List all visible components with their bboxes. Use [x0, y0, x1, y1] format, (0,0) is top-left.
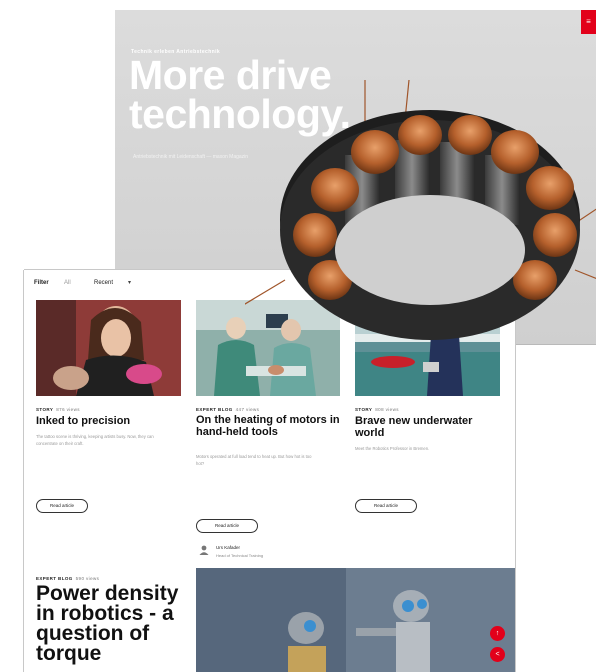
- author-avatar-icon: [199, 545, 209, 555]
- share-button[interactable]: <: [490, 647, 505, 662]
- hero-menu-button[interactable]: ≡: [581, 10, 596, 34]
- article-meta: EXPERT BLOG 447 views: [196, 407, 259, 412]
- article-views: 447 views: [235, 407, 260, 412]
- article-views: 876 views: [56, 407, 80, 412]
- sort-select[interactable]: Recent: [94, 280, 113, 286]
- article-meta: EXPERT BLOG 590 views: [36, 576, 99, 581]
- menu-icon: ≡: [586, 17, 591, 26]
- article-card[interactable]: EXPERT BLOG 590 views Power density in ro…: [36, 570, 186, 672]
- arrow-up-icon: ↑: [495, 630, 500, 637]
- article-type: EXPERT BLOG: [36, 576, 73, 581]
- article-type: STORY: [355, 407, 373, 412]
- article-excerpt: The tattoo scene is thriving, keeping ar…: [36, 434, 154, 446]
- hero-headline-line-2: technology.: [129, 91, 351, 137]
- filter-select[interactable]: All: [64, 280, 71, 286]
- article-title[interactable]: Inked to precision: [36, 415, 181, 427]
- article-views: 808 views: [375, 407, 399, 412]
- scroll-top-button[interactable]: ↑: [490, 626, 505, 641]
- article-views: 590 views: [75, 576, 100, 581]
- hero-headline: More drive technology.: [129, 52, 351, 137]
- article-meta: STORY 808 views: [355, 407, 399, 412]
- article-meta: STORY 876 views: [36, 407, 80, 412]
- hero-headline-line-1: More drive: [129, 52, 332, 98]
- article-excerpt: Motors operated at full load tend to hea…: [196, 454, 312, 466]
- tattoo-artist-photo: [36, 300, 181, 396]
- article-image-robots[interactable]: [196, 568, 515, 672]
- article-type: EXPERT BLOG: [196, 407, 233, 412]
- article-title[interactable]: Brave new underwater world: [355, 415, 500, 439]
- hero-subtitle: Antriebstechnik mit Leidenschaft — maxon…: [133, 154, 249, 160]
- article-type: STORY: [36, 407, 54, 412]
- article-title[interactable]: Power density in robotics - a question o…: [36, 583, 186, 664]
- author-role: Head of Technical Training: [216, 553, 264, 558]
- article-image-tattoo[interactable]: [36, 300, 181, 396]
- humanoid-robots-photo: [196, 568, 515, 672]
- article-card[interactable]: STORY 876 views Inked to precision The ta…: [36, 300, 181, 530]
- article-title[interactable]: On the heating of motors in hand-held to…: [196, 414, 340, 438]
- read-article-button[interactable]: Read article: [355, 499, 417, 513]
- filter-label: Filter: [34, 280, 49, 286]
- share-icon: <: [495, 651, 500, 658]
- article-excerpt: Meet the Robotics Professor in Bremen.: [355, 446, 430, 451]
- read-article-button[interactable]: Read article: [36, 499, 88, 513]
- chevron-down-icon[interactable]: ▾: [128, 279, 131, 286]
- read-article-button[interactable]: Read article: [196, 519, 258, 533]
- author-name[interactable]: Urs Kafader: [216, 545, 240, 550]
